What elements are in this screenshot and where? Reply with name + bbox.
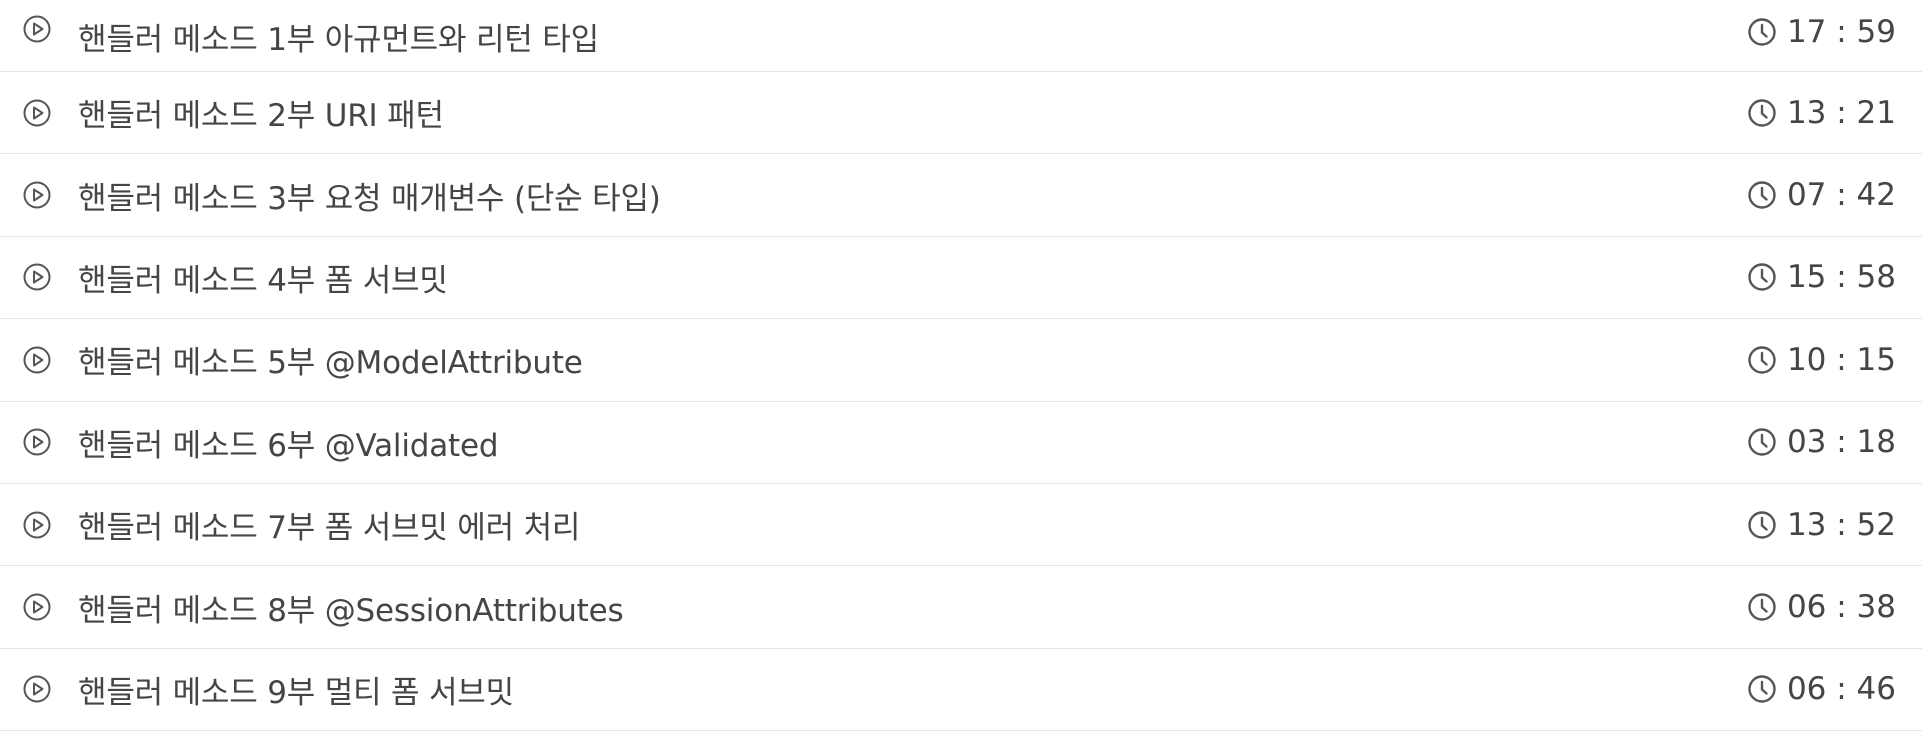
lecture-duration: 15 : 58 [1747,259,1896,295]
duration-text: 17 : 59 [1786,14,1896,50]
lecture-row[interactable]: 핸들러 메소드 7부 폼 서브밋 에러 처리 13 : 52 [0,484,1922,567]
clock-icon [1748,510,1776,539]
lecture-duration: 06 : 46 [1747,671,1896,707]
play-circle-icon [23,181,51,209]
clock-icon [1748,263,1776,292]
play-circle-icon [23,346,51,374]
play-circle-icon [23,593,51,621]
play-circle-icon [23,428,51,456]
lecture-duration: 06 : 38 [1747,589,1896,625]
duration-text: 13 : 52 [1786,506,1896,543]
play-circle-icon [23,511,51,539]
lecture-row[interactable]: 핸들러 메소드 5부 @ModelAttribute 10 : 15 [0,319,1922,402]
lecture-row[interactable]: 핸들러 메소드 3부 요청 매개변수 (단순 타입) 07 : 42 [0,154,1922,237]
duration-text: 13 : 21 [1786,94,1896,131]
clock-icon [1748,181,1776,209]
duration-text: 03 : 18 [1786,424,1896,461]
duration-text: 15 : 58 [1786,259,1896,296]
lecture-title: 핸들러 메소드 7부 폼 서브밋 에러 처리 [78,510,581,547]
play-circle-icon [23,15,51,43]
lecture-list: 핸들러 메소드 1부 아규먼트와 리턴 타입 17 : 59 핸들러 메소드 2… [0,0,1922,742]
lecture-title: 핸들러 메소드 1부 아규먼트와 리턴 타입 [78,22,599,58]
lecture-title: 핸들러 메소드 8부 @SessionAttributes [78,592,624,629]
clock-icon [1748,98,1776,127]
duration-text: 07 : 42 [1786,177,1896,214]
play-circle-icon [23,675,51,703]
duration-text: 10 : 15 [1786,341,1896,378]
lecture-duration: 17 : 59 [1747,14,1896,50]
play-circle-icon [23,263,51,291]
clock-icon [1748,346,1776,374]
duration-text: 06 : 38 [1786,589,1896,626]
clock-icon [1748,675,1776,704]
lecture-title: 핸들러 메소드 4부 폼 서브밋 [78,262,448,299]
lecture-duration: 13 : 21 [1747,95,1896,131]
lecture-row[interactable]: 핸들러 메소드 1부 아규먼트와 리턴 타입 17 : 59 [0,0,1922,72]
lecture-row[interactable]: 핸들러 메소드 6부 @Validated 03 : 18 [0,402,1922,484]
lecture-duration: 07 : 42 [1747,177,1896,213]
clock-icon [1748,18,1776,46]
play-circle-icon [23,99,51,127]
lecture-duration: 03 : 18 [1747,424,1896,460]
lecture-title: 핸들러 메소드 9부 멀티 폼 서브밋 [78,674,514,711]
clock-icon [1748,593,1776,621]
lecture-row[interactable]: 핸들러 메소드 4부 폼 서브밋 15 : 58 [0,237,1922,320]
lecture-title: 핸들러 메소드 3부 요청 매개변수 (단순 타입) [78,180,661,217]
lecture-duration: 13 : 52 [1747,507,1896,543]
lecture-title: 핸들러 메소드 6부 @Validated [78,427,499,464]
lecture-row[interactable]: 핸들러 메소드 2부 URI 패턴 13 : 21 [0,72,1922,155]
lecture-row[interactable]: 핸들러 메소드 8부 @SessionAttributes 06 : 38 [0,566,1922,649]
duration-text: 06 : 46 [1786,671,1896,708]
lecture-row[interactable]: 핸들러 메소드 9부 멀티 폼 서브밋 06 : 46 [0,649,1922,732]
lecture-title: 핸들러 메소드 2부 URI 패턴 [78,98,444,135]
lecture-duration: 10 : 15 [1747,342,1896,378]
lecture-title: 핸들러 메소드 5부 @ModelAttribute [78,345,583,382]
clock-icon [1748,428,1776,456]
